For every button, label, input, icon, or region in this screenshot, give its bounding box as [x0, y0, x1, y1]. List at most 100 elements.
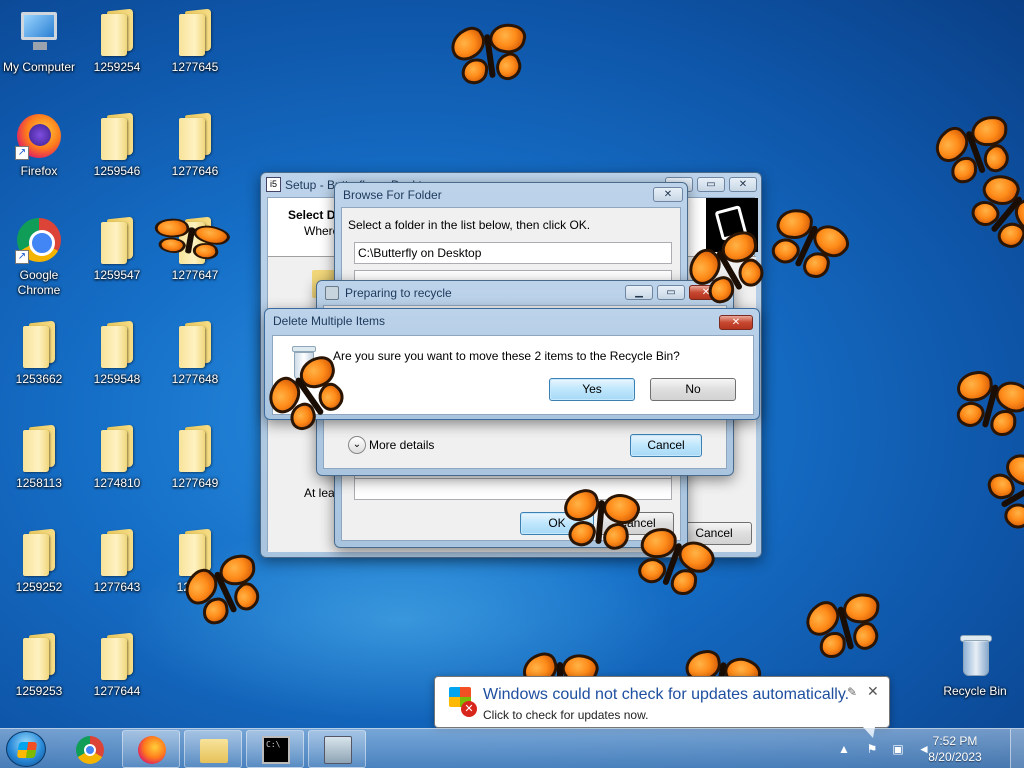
desktop-icon-label: 1259253 [15, 684, 63, 698]
butterfly-decoration [557, 485, 644, 562]
system-tray: ▲ ⚑ ▣ ◄ 7:52 PM 8/20/2023 [824, 729, 1024, 768]
butterfly-decoration [942, 363, 1024, 451]
desktop-icon-folder[interactable]: 1259546 [78, 112, 156, 179]
desktop-icon-my-computer[interactable]: My Computer [0, 8, 78, 75]
folder-icon [171, 112, 219, 160]
folder-path-field[interactable]: C:\Butterfly on Desktop [354, 242, 672, 264]
desktop-icon-folder[interactable]: 1259252 [0, 528, 78, 595]
taskbar: C:\ ▲ ⚑ ▣ ◄ 7:52 PM 8/20/2023 [0, 728, 1024, 768]
taskbar-firefox-button[interactable] [122, 730, 180, 768]
folder-icon [200, 739, 228, 763]
desktop-icon-label: My Computer [2, 60, 76, 74]
desktop-icon-label: 1277648 [171, 372, 219, 386]
recycle-bin-icon [951, 632, 999, 680]
desktop-icon-folder[interactable]: 1259548 [78, 320, 156, 387]
taskbar-explorer-button[interactable] [184, 730, 242, 768]
desktop-icon-folder[interactable]: 1259547 [78, 216, 156, 283]
butterfly-decoration [798, 585, 893, 673]
taskbar-setup-button[interactable] [308, 730, 366, 768]
notification-text[interactable]: Click to check for updates now. [483, 708, 648, 722]
error-icon: ✕ [461, 701, 477, 717]
no-button[interactable]: No [650, 378, 736, 401]
folder-icon [171, 8, 219, 56]
desktop-icon-label: 1259548 [93, 372, 141, 386]
desktop-icon-label: 1274810 [93, 476, 141, 490]
desktop-icon-label: Google Chrome [17, 268, 61, 297]
desktop-icon-folder[interactable]: 1277645 [156, 8, 234, 75]
folder-icon [15, 528, 63, 576]
clock-date: 8/20/2023 [928, 750, 982, 764]
folder-icon [93, 632, 141, 680]
start-button[interactable] [6, 731, 46, 767]
firefox-icon [138, 736, 166, 764]
show-hidden-icons-chevron-icon[interactable]: ▲ [836, 741, 852, 757]
folder-icon [171, 320, 219, 368]
butterfly-decoration [445, 17, 535, 97]
window-title: Browse For Folder [343, 188, 442, 202]
desktop-icon-folder[interactable]: 1259253 [0, 632, 78, 699]
folder-icon [15, 632, 63, 680]
desktop-icon-label: 1277644 [93, 684, 141, 698]
folder-icon [15, 424, 63, 472]
desktop-icon-label: 1277649 [171, 476, 219, 490]
update-notification-balloon[interactable]: ✕ Windows could not check for updates au… [434, 676, 890, 738]
cancel-button[interactable]: Cancel [630, 434, 702, 457]
folder-icon [93, 320, 141, 368]
desktop-icon-folder[interactable]: 1274810 [78, 424, 156, 491]
desktop-icon-label: 1259546 [93, 164, 141, 178]
desktop-icon-label: 1259547 [93, 268, 141, 282]
firefox-icon: ↗ [15, 112, 63, 160]
windows-logo-icon [16, 742, 38, 758]
desktop-icon-label: 1277643 [93, 580, 141, 594]
setup-heading: Select D [288, 208, 336, 222]
clock-time: 7:52 PM [932, 734, 978, 748]
command-prompt-icon: C:\ [262, 736, 290, 764]
butterfly-decoration [970, 443, 1024, 547]
browse-instruction: Select a folder in the list below, then … [348, 218, 591, 232]
desktop-icon-firefox[interactable]: ↗ Firefox [0, 112, 78, 179]
close-icon[interactable]: ✕ [867, 683, 879, 700]
close-button[interactable]: ✕ [729, 177, 757, 192]
pin-icon[interactable]: ✎ [847, 685, 857, 699]
minimize-button[interactable]: ▁ [625, 285, 653, 300]
desktop-icon-folder[interactable]: 1259254 [78, 8, 156, 75]
chrome-icon [76, 736, 104, 764]
desktop-icon-label: 1277645 [171, 60, 219, 74]
desktop-icon-folder[interactable]: 1277643 [78, 528, 156, 595]
folder-icon [15, 320, 63, 368]
desktop-icon-folder[interactable]: 1258113 [0, 424, 78, 491]
desktop-icon-folder[interactable]: 1253662 [0, 320, 78, 387]
network-icon[interactable]: ▣ [890, 741, 906, 757]
computer-icon [15, 8, 63, 56]
desktop-icon-label: 1253662 [15, 372, 63, 386]
desktop-icon-recycle-bin[interactable]: Recycle Bin [936, 632, 1014, 699]
desktop-icon-folder[interactable]: 1277649 [156, 424, 234, 491]
desktop-icon-folder[interactable]: 1277646 [156, 112, 234, 179]
window-title: Preparing to recycle [345, 286, 452, 300]
recycle-window-icon [325, 286, 339, 300]
desktop-icon-label: 1277647 [171, 268, 219, 282]
desktop-icon-label: 1258113 [16, 476, 62, 490]
action-center-flag-icon[interactable]: ⚑ [864, 741, 880, 757]
desktop-icon-folder[interactable]: 1277644 [78, 632, 156, 699]
chrome-icon: ↗ [15, 216, 63, 264]
desktop-icon-label: 1259254 [93, 60, 141, 74]
desktop-icon-folder[interactable]: 1277648 [156, 320, 234, 387]
setup-installer-icon [324, 736, 352, 764]
setup-app-icon: i5 [266, 177, 281, 192]
desktop-icon-google-chrome[interactable]: ↗ Google Chrome [0, 216, 78, 298]
maximize-button[interactable]: ▭ [657, 285, 685, 300]
close-button[interactable]: ✕ [719, 315, 753, 330]
yes-button[interactable]: Yes [549, 378, 635, 401]
taskbar-cmd-button[interactable]: C:\ [246, 730, 304, 768]
window-title: Delete Multiple Items [273, 314, 386, 328]
maximize-button[interactable]: ▭ [697, 177, 725, 192]
taskbar-clock[interactable]: 7:52 PM 8/20/2023 [920, 733, 990, 765]
notification-title[interactable]: Windows could not check for updates auto… [483, 686, 849, 704]
taskbar-chrome-button[interactable] [60, 730, 118, 768]
show-desktop-button[interactable] [1010, 729, 1024, 768]
chevron-down-icon[interactable]: ⌄ [348, 436, 366, 454]
folder-icon [93, 216, 141, 264]
more-details-toggle[interactable]: More details [369, 438, 434, 452]
close-button[interactable]: ✕ [653, 187, 683, 202]
